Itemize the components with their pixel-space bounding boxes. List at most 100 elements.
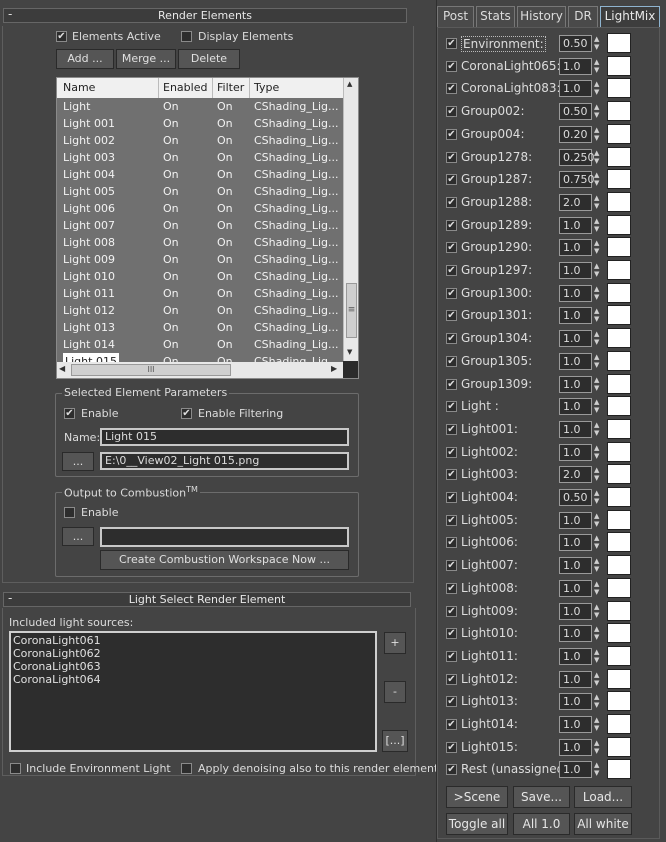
hscroll-thumb[interactable]: III (71, 364, 231, 376)
color-swatch[interactable] (607, 396, 631, 416)
spinner-arrows-icon[interactable]: ▲ ▼ (594, 80, 602, 97)
spinner-arrows-icon[interactable]: ▲ ▼ (594, 534, 602, 551)
light-enable-checkbox[interactable]: ✔ (446, 537, 457, 548)
combustion-enable-checkbox[interactable] (64, 507, 75, 518)
list-horizontal-scrollbar[interactable]: ◀ III ▶ (57, 362, 343, 378)
column-header-name[interactable]: Name (63, 81, 95, 94)
color-swatch[interactable] (607, 374, 631, 394)
light-enable-checkbox[interactable]: ✔ (446, 333, 457, 344)
spinner-arrows-icon[interactable]: ▲ ▼ (594, 512, 602, 529)
spinner-arrows-icon[interactable]: ▲ ▼ (594, 603, 602, 620)
light-enable-checkbox[interactable]: ✔ (446, 129, 457, 140)
render-elements-rollout-header[interactable]: - Render Elements (3, 7, 407, 23)
save-button[interactable]: Save... (513, 786, 570, 808)
color-swatch[interactable] (607, 669, 631, 689)
remove-light-button[interactable]: - (384, 681, 406, 703)
output-path-input[interactable]: E:\0__View02_Light 015.png (100, 452, 349, 470)
scroll-thumb[interactable]: ≡ (346, 283, 357, 338)
light-enable-checkbox[interactable]: ✔ (446, 764, 457, 775)
scroll-up-arrow-icon[interactable]: ▲ (347, 80, 352, 88)
light-enable-checkbox[interactable]: ✔ (446, 174, 457, 185)
load-button[interactable]: Load... (574, 786, 632, 808)
intensity-input[interactable]: 1.0 (559, 693, 592, 710)
intensity-input[interactable]: 1.0 (559, 307, 592, 324)
light-enable-checkbox[interactable]: ✔ (446, 696, 457, 707)
spinner-arrows-icon[interactable]: ▲ ▼ (594, 648, 602, 665)
intensity-input[interactable]: 1.0 (559, 262, 592, 279)
light-enable-checkbox[interactable]: ✔ (446, 606, 457, 617)
light-enable-checkbox[interactable]: ✔ (446, 356, 457, 367)
light-enable-checkbox[interactable]: ✔ (446, 242, 457, 253)
intensity-input[interactable]: 1.0 (559, 603, 592, 620)
spinner-arrows-icon[interactable]: ▲ ▼ (594, 421, 602, 438)
intensity-input[interactable]: 0.50 (559, 103, 592, 120)
table-row[interactable]: Light 013 On On CShading_Lig... (57, 319, 343, 336)
list-item[interactable]: CoronaLight061 (13, 634, 101, 647)
spinner-arrows-icon[interactable]: ▲ ▼ (594, 444, 602, 461)
intensity-input[interactable]: 0.50 (559, 35, 592, 52)
light-enable-checkbox[interactable]: ✔ (446, 742, 457, 753)
apply-denoising-checkbox[interactable] (181, 763, 192, 774)
spinner-arrows-icon[interactable]: ▲ ▼ (594, 58, 602, 75)
color-swatch[interactable] (607, 510, 631, 530)
spinner-arrows-icon[interactable]: ▲ ▼ (594, 761, 602, 778)
spinner-arrows-icon[interactable]: ▲ ▼ (594, 625, 602, 642)
spinner-arrows-icon[interactable]: ▲ ▼ (594, 262, 602, 279)
color-swatch[interactable] (607, 419, 631, 439)
light-enable-checkbox[interactable]: ✔ (446, 674, 457, 685)
color-swatch[interactable] (607, 237, 631, 257)
table-row[interactable]: Light 006 On On CShading_Lig... (57, 200, 343, 217)
color-swatch[interactable] (607, 328, 631, 348)
include-environment-light-checkbox[interactable] (10, 763, 21, 774)
list-item[interactable]: CoronaLight062 (13, 647, 101, 660)
color-swatch[interactable] (607, 555, 631, 575)
spinner-arrows-icon[interactable]: ▲ ▼ (594, 171, 602, 188)
intensity-input[interactable]: 1.0 (559, 512, 592, 529)
light-enable-checkbox[interactable]: ✔ (446, 719, 457, 730)
light-enable-checkbox[interactable]: ✔ (446, 424, 457, 435)
light-enable-checkbox[interactable]: ✔ (446, 583, 457, 594)
intensity-input[interactable]: 1.0 (559, 534, 592, 551)
color-swatch[interactable] (607, 487, 631, 507)
light-enable-checkbox[interactable]: ✔ (446, 515, 457, 526)
color-swatch[interactable] (607, 532, 631, 552)
browse-lights-button[interactable]: [...] (382, 730, 408, 752)
table-row[interactable]: Light 008 On On CShading_Lig... (57, 234, 343, 251)
spinner-arrows-icon[interactable]: ▲ ▼ (594, 693, 602, 710)
color-swatch[interactable] (607, 646, 631, 666)
enable-filtering-checkbox[interactable]: ✔ (181, 408, 192, 419)
light-enable-checkbox[interactable]: ✔ (446, 447, 457, 458)
included-light-sources-list[interactable]: CoronaLight061 CoronaLight062 CoronaLight0… (9, 631, 377, 752)
display-elements-checkbox[interactable] (181, 31, 192, 42)
elements-active-checkbox[interactable]: ✔ (56, 31, 67, 42)
intensity-input[interactable]: 1.0 (559, 353, 592, 370)
spinner-arrows-icon[interactable]: ▲ ▼ (594, 580, 602, 597)
color-swatch[interactable] (607, 351, 631, 371)
color-swatch[interactable] (607, 691, 631, 711)
intensity-input[interactable]: 1.0 (559, 671, 592, 688)
spinner-arrows-icon[interactable]: ▲ ▼ (594, 35, 602, 52)
all-one-button[interactable]: All 1.0 (513, 813, 570, 835)
color-swatch[interactable] (607, 442, 631, 462)
spinner-arrows-icon[interactable]: ▲ ▼ (594, 217, 602, 234)
light-enable-checkbox[interactable]: ✔ (446, 379, 457, 390)
intensity-input[interactable]: 1.0 (559, 285, 592, 302)
intensity-input[interactable]: 1.0 (559, 376, 592, 393)
spinner-arrows-icon[interactable]: ▲ ▼ (594, 194, 602, 211)
color-swatch[interactable] (607, 283, 631, 303)
intensity-input[interactable]: 1.0 (559, 421, 592, 438)
intensity-input[interactable]: 1.0 (559, 580, 592, 597)
intensity-input[interactable]: 0.50 (559, 489, 592, 506)
table-row[interactable]: Light 011 On On CShading_Lig... (57, 285, 343, 302)
element-name-input[interactable]: Light 015 (100, 428, 349, 446)
color-swatch[interactable] (607, 623, 631, 643)
spinner-arrows-icon[interactable]: ▲ ▼ (594, 103, 602, 120)
color-swatch[interactable] (607, 101, 631, 121)
light-enable-checkbox[interactable]: ✔ (446, 401, 457, 412)
spinner-arrows-icon[interactable]: ▲ ▼ (594, 149, 602, 166)
intensity-input[interactable]: 1.0 (559, 217, 592, 234)
intensity-input[interactable]: 0.250 (559, 149, 595, 166)
table-row[interactable]: Light On On CShading_Lig... (57, 98, 343, 115)
color-swatch[interactable] (607, 305, 631, 325)
column-header-enabled[interactable]: Enabled (163, 81, 207, 94)
